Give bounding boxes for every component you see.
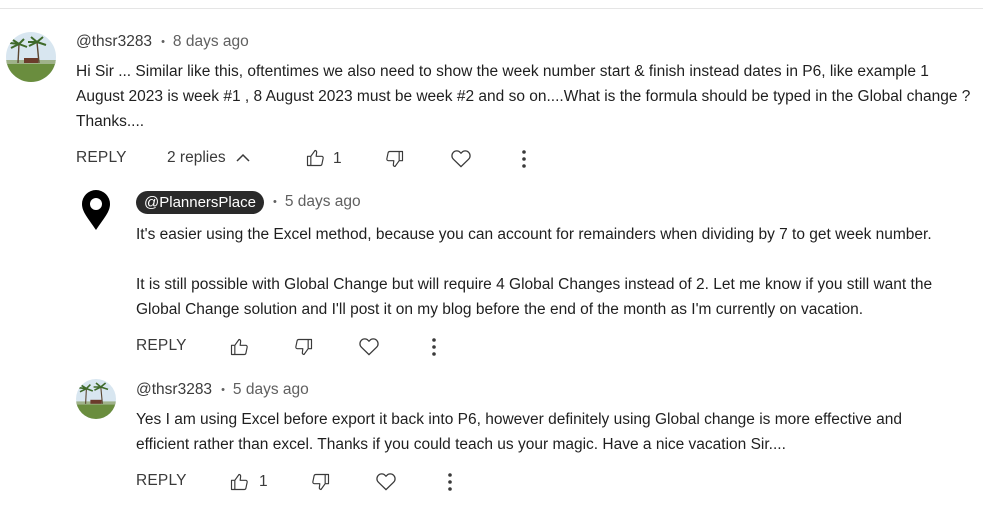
comment-text: Hi Sir ... Similar like this, oftentimes… [76, 59, 976, 134]
reply-meta: @thsr3283 • 5 days ago [136, 380, 309, 400]
reply-author[interactable]: @thsr3283 [136, 381, 212, 399]
comment-timestamp[interactable]: 8 days ago [173, 33, 249, 51]
chevron-up-icon [236, 153, 250, 163]
comment-body: Hi Sir ... Similar like this, oftentimes… [76, 63, 971, 130]
comment-actions: REPLY 2 replies 1 [76, 146, 546, 172]
replies-toggle[interactable]: 2 replies [167, 149, 250, 167]
more-vert-icon[interactable] [521, 149, 527, 169]
separator-dot: • [221, 384, 225, 396]
heart-icon[interactable] [375, 471, 397, 491]
reply-timestamp[interactable]: 5 days ago [233, 381, 309, 399]
reply-timestamp[interactable]: 5 days ago [285, 193, 361, 211]
separator-dot: • [272, 196, 277, 208]
reply-actions: REPLY 1 [136, 469, 466, 495]
separator-dot: • [161, 36, 165, 48]
more-vert-icon[interactable] [431, 337, 437, 357]
heart-icon[interactable] [450, 148, 472, 168]
reply-actions: REPLY [136, 334, 456, 360]
avatar[interactable] [78, 190, 114, 232]
avatar-image [6, 32, 56, 82]
comment-meta: @thsr3283 • 8 days ago [76, 32, 249, 52]
avatar[interactable] [6, 32, 56, 82]
reply-paragraph: It's easier using the Excel method, beca… [136, 226, 932, 243]
replies-count: 2 replies [167, 149, 226, 166]
reply-meta: @PlannersPlace • 5 days ago [136, 190, 361, 214]
reply-text: It's easier using the Excel method, beca… [136, 222, 976, 322]
comment-author[interactable]: @thsr3283 [76, 33, 152, 51]
creator-author-chip[interactable]: @PlannersPlace [136, 190, 264, 214]
reply-button[interactable]: REPLY [136, 337, 187, 355]
thumbs-down-icon[interactable] [385, 149, 405, 169]
like-count: 1 [333, 150, 342, 167]
top-divider [0, 8, 983, 9]
more-vert-icon[interactable] [447, 472, 453, 492]
thumbs-down-icon[interactable] [294, 337, 314, 357]
thumbs-up-icon[interactable] [229, 472, 249, 492]
thumbs-down-icon[interactable] [311, 472, 331, 492]
reply-button[interactable]: REPLY [136, 472, 187, 490]
avatar-image [76, 379, 116, 419]
thumbs-up-icon[interactable] [229, 337, 249, 357]
reply-paragraph: It is still possible with Global Change … [136, 276, 933, 318]
avatar[interactable] [76, 379, 116, 419]
reply-body: Yes I am using Excel before export it ba… [136, 411, 902, 453]
location-pin-icon [82, 190, 110, 230]
thumbs-up-icon[interactable] [305, 148, 325, 168]
reply-button[interactable]: REPLY [76, 149, 127, 167]
reply-text: Yes I am using Excel before export it ba… [136, 407, 956, 457]
heart-icon[interactable] [358, 336, 380, 356]
like-count: 1 [259, 473, 268, 490]
